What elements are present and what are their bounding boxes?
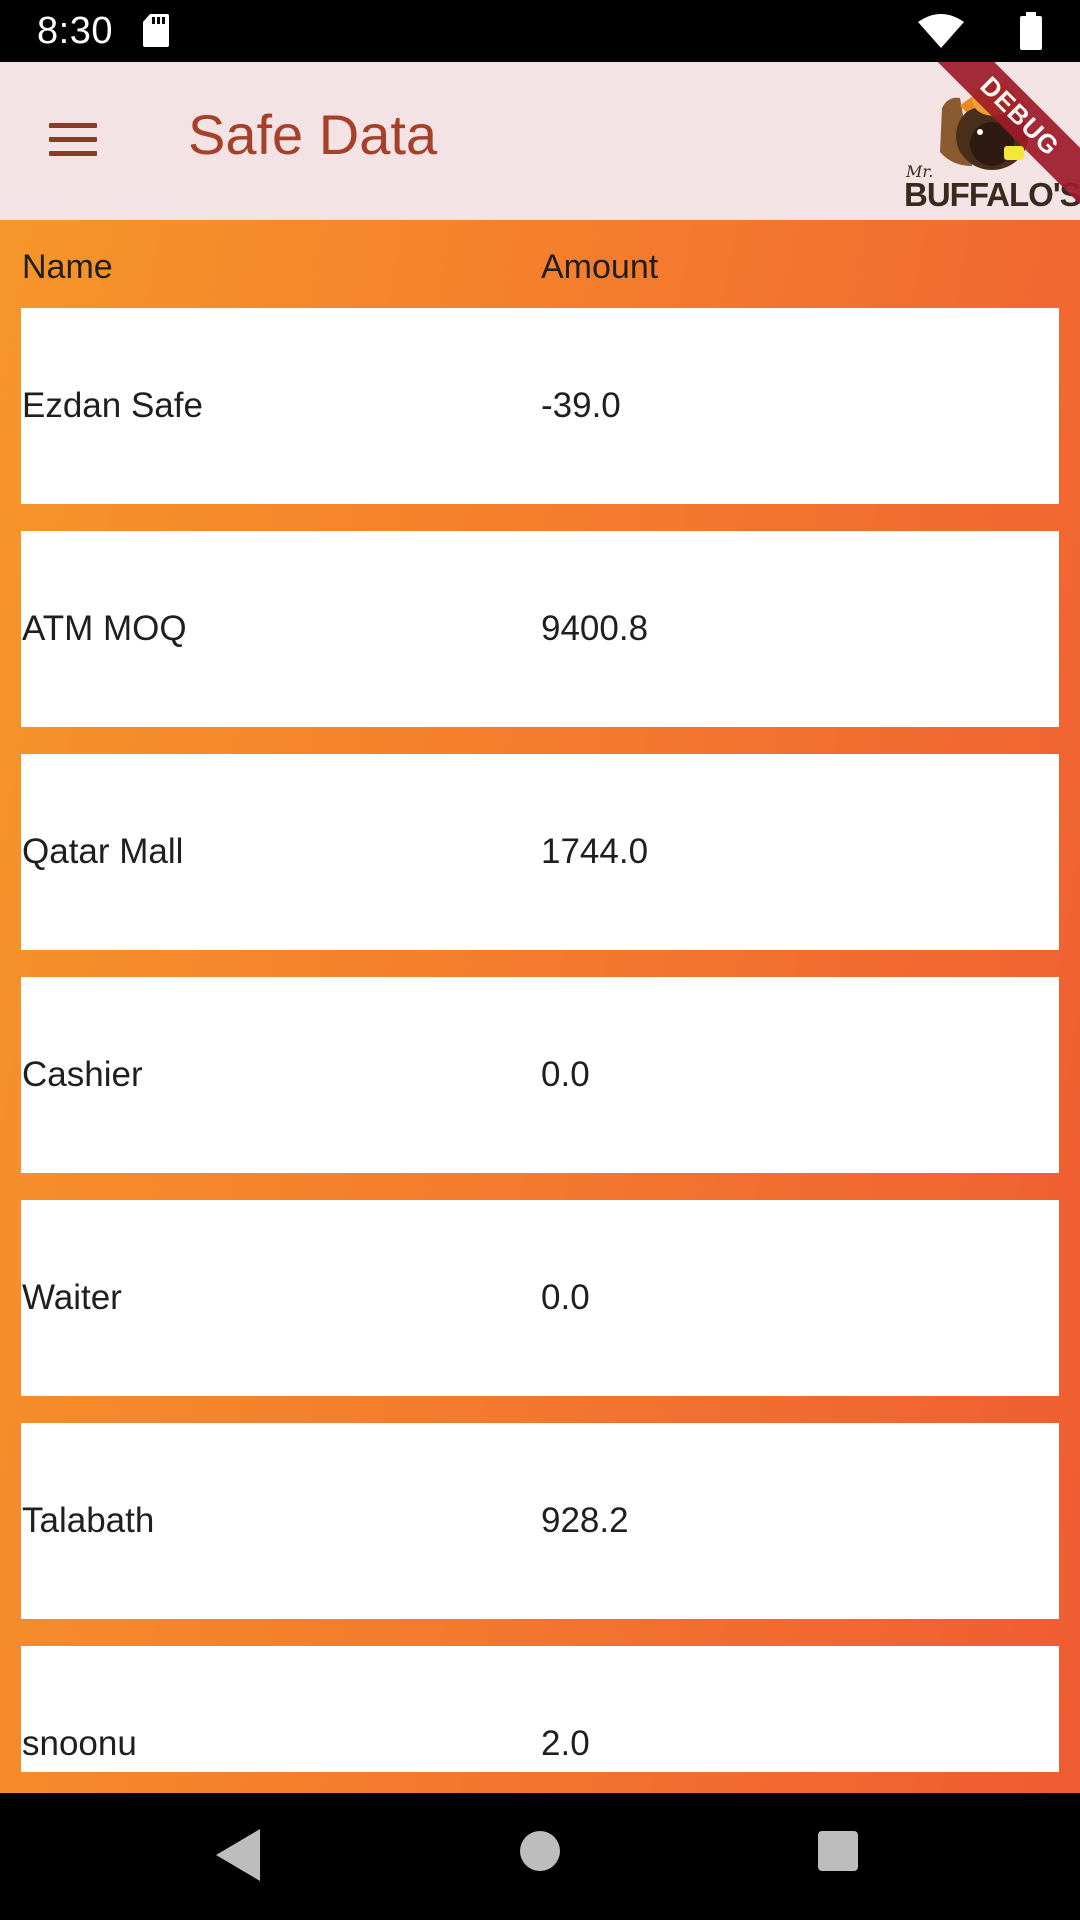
row-amount: -39.0 bbox=[541, 386, 621, 425]
wifi-icon bbox=[918, 14, 964, 48]
row-name: Waiter bbox=[22, 1278, 122, 1317]
table-row[interactable]: Ezdan Safe -39.0 bbox=[21, 308, 1059, 504]
table-row[interactable]: Talabath 928.2 bbox=[21, 1423, 1059, 1619]
back-triangle-icon[interactable] bbox=[216, 1829, 260, 1881]
table-row[interactable]: snoonu 2.0 bbox=[21, 1646, 1059, 1772]
status-time: 8:30 bbox=[37, 10, 113, 52]
table-header: Name Amount bbox=[0, 220, 1080, 308]
buffalo-mascot-icon bbox=[940, 84, 1028, 170]
app-bar: Safe Data Mr. BUFFALO'S bbox=[0, 62, 1080, 220]
row-amount: 0.0 bbox=[541, 1278, 590, 1317]
row-name: Ezdan Safe bbox=[22, 386, 203, 425]
row-name: snoonu bbox=[22, 1724, 137, 1763]
row-amount: 9400.8 bbox=[541, 609, 649, 648]
column-header-amount: Amount bbox=[541, 248, 659, 286]
battery-icon bbox=[1020, 12, 1042, 50]
row-name: ATM MOQ bbox=[22, 609, 187, 648]
column-header-name: Name bbox=[22, 248, 113, 286]
row-amount: 2.0 bbox=[541, 1724, 590, 1763]
row-amount: 0.0 bbox=[541, 1055, 590, 1094]
row-amount: 928.2 bbox=[541, 1501, 629, 1540]
row-name: Talabath bbox=[22, 1501, 155, 1540]
logo-text: BUFFALO'S bbox=[904, 176, 1080, 213]
safe-data-table: Name Amount Ezdan Safe -39.0 ATM MOQ 940… bbox=[0, 220, 1080, 1793]
system-nav-bar bbox=[0, 1793, 1080, 1920]
table-row[interactable]: Waiter 0.0 bbox=[21, 1200, 1059, 1396]
row-name: Qatar Mall bbox=[22, 832, 184, 871]
table-row[interactable]: Cashier 0.0 bbox=[21, 977, 1059, 1173]
menu-icon bbox=[49, 123, 97, 128]
brand-logo: Mr. BUFFALO'S bbox=[900, 66, 1080, 216]
table-row[interactable]: ATM MOQ 9400.8 bbox=[21, 531, 1059, 727]
menu-button[interactable] bbox=[38, 104, 110, 176]
status-bar: 8:30 bbox=[0, 0, 1080, 62]
row-name: Cashier bbox=[22, 1055, 143, 1094]
table-row[interactable]: Qatar Mall 1744.0 bbox=[21, 754, 1059, 950]
home-circle-icon[interactable] bbox=[520, 1831, 560, 1871]
sd-card-icon bbox=[143, 14, 169, 47]
row-amount: 1744.0 bbox=[541, 832, 649, 871]
recent-square-icon[interactable] bbox=[818, 1831, 858, 1871]
page-title: Safe Data bbox=[188, 103, 438, 166]
